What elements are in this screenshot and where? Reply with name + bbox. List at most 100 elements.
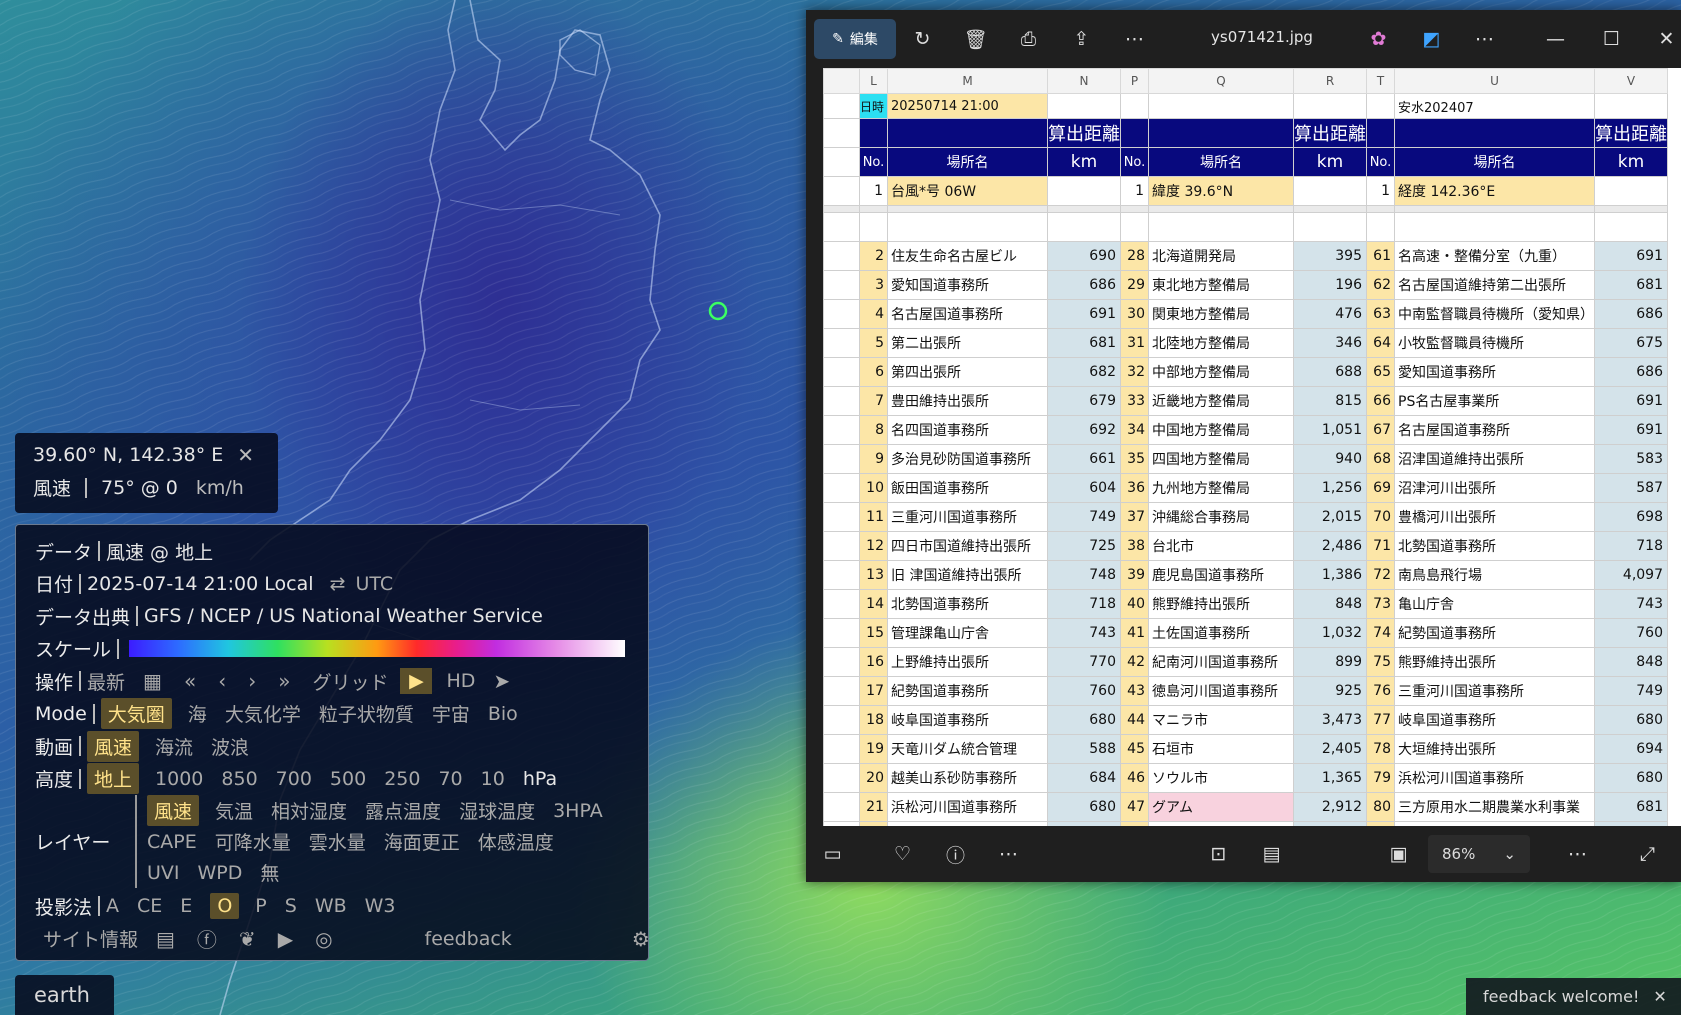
layer-option-wind[interactable]: 風速 bbox=[147, 795, 200, 826]
info-icon[interactable]: ⓘ bbox=[929, 841, 982, 868]
print-icon[interactable]: ⎙ bbox=[1002, 28, 1055, 50]
more-icon[interactable]: ⋯ bbox=[1551, 843, 1604, 865]
proj-option-ce[interactable]: CE bbox=[137, 895, 162, 917]
popup-unit[interactable]: km/h bbox=[196, 477, 244, 499]
mode-option-ocean[interactable]: 海 bbox=[188, 700, 207, 727]
mode-option-bio[interactable]: Bio bbox=[488, 703, 518, 725]
table-row: 9 多治見砂防国道事務所 661 35 四国地方整備局 940 68 沼津国道維持出張所 583 bbox=[823, 444, 1668, 474]
cell-name: 東北地方整備局 bbox=[1148, 270, 1294, 300]
layer-option-mslp[interactable]: 海面更正 bbox=[384, 828, 460, 855]
news-icon[interactable]: ▤ bbox=[156, 927, 175, 951]
mode-option-chemistry[interactable]: 大気化学 bbox=[225, 700, 301, 727]
close-icon[interactable]: ✕ bbox=[1653, 987, 1666, 1006]
share-icon[interactable]: ⇪ bbox=[1055, 28, 1108, 50]
anim-option-waves[interactable]: 波浪 bbox=[211, 733, 249, 760]
actual-size-icon[interactable]: ▣ bbox=[1372, 843, 1425, 865]
visual-search-icon[interactable]: ⊡ bbox=[1192, 843, 1245, 865]
zoom-dropdown[interactable]: 86% ⌄ bbox=[1428, 835, 1530, 873]
earth-menu-toggle[interactable]: earth bbox=[15, 975, 114, 1015]
spreadsheet-image[interactable]: L M N P Q R T U V 日時 20250714 21:00 安水202407 算出距離 算出距… bbox=[823, 68, 1681, 826]
layer-option-temp[interactable]: 気温 bbox=[215, 797, 253, 824]
instagram-icon[interactable]: ◎ bbox=[315, 927, 332, 951]
height-option-1000[interactable]: 1000 bbox=[155, 768, 203, 790]
rotate-icon[interactable]: ↻ bbox=[896, 28, 949, 50]
play-icon[interactable]: ▶ bbox=[400, 668, 433, 695]
more-icon[interactable]: ⋯ bbox=[1108, 28, 1161, 50]
designer-icon[interactable]: ◩ bbox=[1405, 28, 1458, 50]
delete-icon[interactable]: 🗑 bbox=[949, 28, 1002, 51]
anim-option-currents[interactable]: 海流 bbox=[155, 733, 193, 760]
height-option-70[interactable]: 70 bbox=[438, 768, 462, 790]
layer-option-cape[interactable]: CAPE bbox=[147, 831, 197, 853]
layer-option-feels-like[interactable]: 体感温度 bbox=[478, 828, 554, 855]
height-option-700[interactable]: 700 bbox=[276, 768, 312, 790]
filmstrip-icon[interactable]: ▭ bbox=[806, 843, 859, 865]
cell-name: グアム bbox=[1148, 792, 1294, 822]
cell-no: 6 bbox=[859, 357, 888, 387]
cell-no: 67 bbox=[1366, 415, 1395, 445]
feedback-toast-text[interactable]: feedback welcome! bbox=[1483, 987, 1639, 1006]
close-icon[interactable]: ✕ bbox=[1640, 28, 1681, 50]
double-chevron-right-icon[interactable]: » bbox=[278, 669, 290, 693]
calendar-icon[interactable]: ▦ bbox=[143, 669, 162, 693]
double-chevron-left-icon[interactable]: « bbox=[184, 669, 196, 693]
feedback-link[interactable]: feedback bbox=[425, 928, 512, 950]
close-icon[interactable]: ✕ bbox=[237, 443, 254, 467]
grid-toggle[interactable]: グリッド bbox=[312, 668, 388, 695]
layer-option-3hpa[interactable]: 3HPA bbox=[553, 800, 603, 822]
chevron-left-icon[interactable]: ‹ bbox=[218, 669, 226, 693]
height-option-surface[interactable]: 地上 bbox=[87, 763, 140, 795]
layer-option-none[interactable]: 無 bbox=[260, 859, 279, 886]
proj-option-wb[interactable]: WB bbox=[315, 895, 347, 917]
color-scale-bar[interactable] bbox=[129, 640, 626, 658]
proj-option-a[interactable]: A bbox=[106, 895, 119, 917]
proj-option-o[interactable]: O bbox=[210, 893, 240, 920]
cell-no: 5 bbox=[859, 328, 888, 358]
site-info-link[interactable]: サイト情報 bbox=[43, 925, 138, 952]
height-option-500[interactable]: 500 bbox=[330, 768, 366, 790]
fullscreen-icon[interactable]: ⤢ bbox=[1621, 843, 1674, 865]
col-letter: P bbox=[1120, 68, 1149, 94]
latest-button[interactable]: 最新 bbox=[87, 668, 125, 695]
proj-option-p[interactable]: P bbox=[255, 895, 266, 917]
mode-option-particulates[interactable]: 粒子状物質 bbox=[319, 700, 414, 727]
heart-icon[interactable]: ♡ bbox=[876, 843, 929, 865]
cell-name: 台北市 bbox=[1148, 531, 1294, 561]
mode-option-atmosphere[interactable]: 大気圏 bbox=[100, 698, 172, 730]
facebook-icon[interactable]: ⓕ bbox=[197, 924, 217, 953]
anim-option-wind[interactable]: 風速 bbox=[87, 730, 140, 762]
cell-name: ソウル市 bbox=[1148, 763, 1294, 793]
maximize-icon[interactable]: ☐ bbox=[1585, 28, 1638, 50]
more-icon[interactable]: ⋯ bbox=[982, 843, 1035, 865]
utc-toggle[interactable]: UTC bbox=[355, 573, 393, 595]
menu-date-value[interactable]: 2025-07-14 21:00 Local bbox=[87, 573, 314, 595]
swap-arrows-icon[interactable]: ⇄ bbox=[330, 573, 346, 595]
popup-label: 風速 bbox=[33, 478, 72, 500]
mode-option-space[interactable]: 宇宙 bbox=[432, 700, 470, 727]
locate-arrow-icon[interactable]: ➤ bbox=[493, 669, 510, 693]
layer-option-humidity[interactable]: 相対湿度 bbox=[271, 797, 347, 824]
copilot-icon[interactable]: ✿ bbox=[1352, 28, 1405, 50]
proj-option-e[interactable]: E bbox=[180, 895, 192, 917]
height-option-250[interactable]: 250 bbox=[384, 768, 420, 790]
height-option-850[interactable]: 850 bbox=[221, 768, 257, 790]
gear-icon[interactable]: ⚙ bbox=[632, 927, 650, 951]
proj-option-s[interactable]: S bbox=[285, 895, 297, 917]
viewer-toolbar: ✎ 編集 ↻ 🗑 ⎙ ⇪ ⋯ ys071421.jpg ✿ ◩ ⋯ — ☐ ✕ bbox=[806, 10, 1681, 68]
layer-option-wetbulb[interactable]: 湿球温度 bbox=[459, 797, 535, 824]
hd-toggle[interactable]: HD bbox=[446, 670, 475, 692]
text-scan-icon[interactable]: ▤ bbox=[1245, 843, 1298, 865]
layer-option-uvi[interactable]: UVI bbox=[147, 862, 180, 884]
layer-option-wpd[interactable]: WPD bbox=[198, 862, 243, 884]
layer-option-dewpoint[interactable]: 露点温度 bbox=[365, 797, 441, 824]
edit-button[interactable]: ✎ 編集 bbox=[814, 19, 896, 59]
butterfly-icon[interactable]: ❦ bbox=[239, 927, 256, 951]
more-icon[interactable]: ⋯ bbox=[1458, 28, 1511, 50]
height-option-10[interactable]: 10 bbox=[481, 768, 505, 790]
layer-option-precip-water[interactable]: 可降水量 bbox=[215, 828, 291, 855]
proj-option-w3[interactable]: W3 bbox=[365, 895, 396, 917]
youtube-icon[interactable]: ▶ bbox=[278, 927, 293, 951]
minimize-icon[interactable]: — bbox=[1529, 28, 1582, 50]
chevron-right-icon[interactable]: › bbox=[248, 669, 256, 693]
layer-option-cloud-water[interactable]: 雲水量 bbox=[309, 828, 366, 855]
